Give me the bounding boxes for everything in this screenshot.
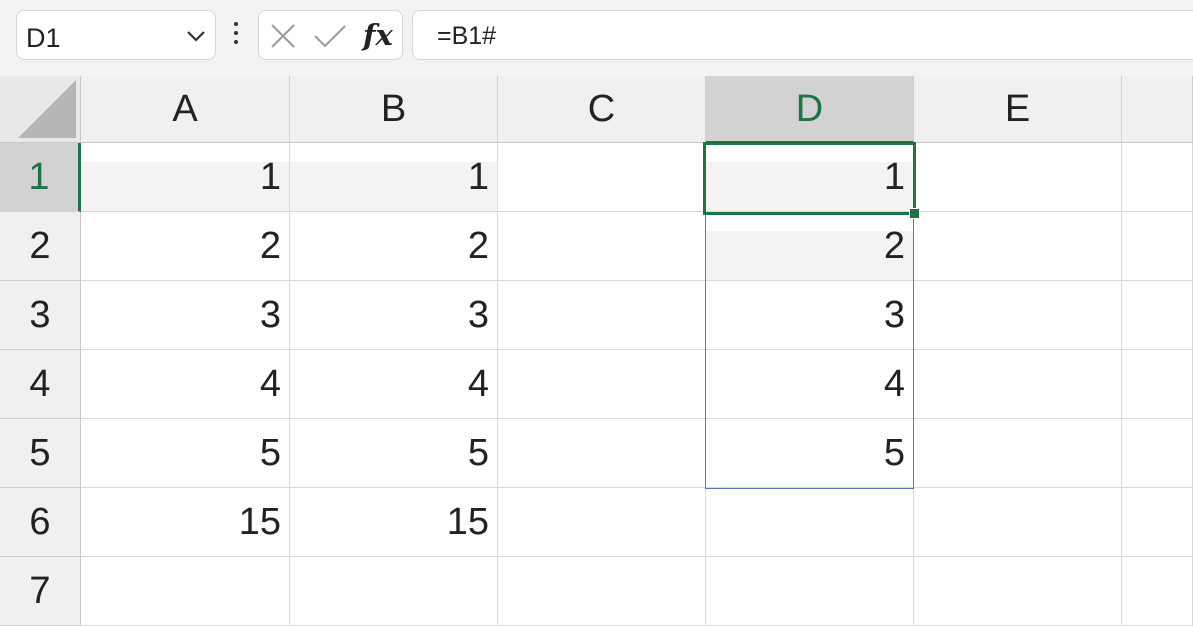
cell-c1[interactable]: [498, 143, 706, 212]
column-header-e[interactable]: E: [914, 76, 1122, 143]
insert-function-button[interactable]: fx: [363, 17, 393, 53]
cell-d2[interactable]: 2: [706, 212, 914, 281]
cell-a3[interactable]: 3: [81, 281, 290, 350]
column-header-b[interactable]: B: [290, 76, 498, 143]
formula-bar-area: D1 fx =B1#: [0, 0, 1193, 76]
x-icon[interactable]: [269, 23, 297, 49]
cell-b2[interactable]: 2: [290, 212, 498, 281]
cell-f7[interactable]: [1122, 557, 1193, 626]
column-header-f[interactable]: [1122, 76, 1193, 143]
check-icon[interactable]: [313, 23, 347, 49]
cell-a4[interactable]: 4: [81, 350, 290, 419]
cell-d7[interactable]: [706, 557, 914, 626]
row-header-3[interactable]: 3: [0, 281, 81, 350]
cell-b4[interactable]: 4: [290, 350, 498, 419]
row-header-2[interactable]: 2: [0, 212, 81, 281]
cell-b5[interactable]: 5: [290, 419, 498, 488]
cell-d5[interactable]: 5: [706, 419, 914, 488]
cell-e6[interactable]: [914, 488, 1122, 557]
row-header-7[interactable]: 7: [0, 557, 81, 626]
row-header-5[interactable]: 5: [0, 419, 81, 488]
cell-e4[interactable]: [914, 350, 1122, 419]
cell-a6[interactable]: 15: [81, 488, 290, 557]
cell-b7[interactable]: [290, 557, 498, 626]
cell-c6[interactable]: [498, 488, 706, 557]
cell-e2[interactable]: [914, 212, 1122, 281]
cell-e3[interactable]: [914, 281, 1122, 350]
cell-f5[interactable]: [1122, 419, 1193, 488]
cell-d3[interactable]: 3: [706, 281, 914, 350]
cell-a7[interactable]: [81, 557, 290, 626]
cell-c2[interactable]: [498, 212, 706, 281]
name-box-value: D1: [26, 23, 61, 53]
row-header-1[interactable]: 1: [0, 143, 81, 212]
name-box[interactable]: D1: [16, 10, 216, 60]
cell-b3[interactable]: 3: [290, 281, 498, 350]
cell-c5[interactable]: [498, 419, 706, 488]
cell-c3[interactable]: [498, 281, 706, 350]
chevron-down-icon[interactable]: [185, 25, 207, 47]
cell-f6[interactable]: [1122, 488, 1193, 557]
formula-text: =B1#: [437, 22, 497, 50]
cell-d1[interactable]: 1: [706, 143, 914, 212]
column-header-a[interactable]: A: [81, 76, 290, 143]
cell-e1[interactable]: [914, 143, 1122, 212]
formula-buttons: fx: [258, 10, 403, 60]
cell-c7[interactable]: [498, 557, 706, 626]
cell-d4[interactable]: 4: [706, 350, 914, 419]
cell-a1[interactable]: 1: [81, 143, 290, 212]
select-all-triangle: [18, 80, 76, 138]
row-header-4[interactable]: 4: [0, 350, 81, 419]
cell-e7[interactable]: [914, 557, 1122, 626]
cell-d6[interactable]: [706, 488, 914, 557]
more-options-icon[interactable]: [232, 22, 240, 50]
cell-e5[interactable]: [914, 419, 1122, 488]
formula-input[interactable]: =B1#: [412, 10, 1193, 60]
cell-f1[interactable]: [1122, 143, 1193, 212]
cell-a5[interactable]: 5: [81, 419, 290, 488]
row-header-6[interactable]: 6: [0, 488, 81, 557]
cell-b1[interactable]: 1: [290, 143, 498, 212]
cell-f2[interactable]: [1122, 212, 1193, 281]
select-all-button[interactable]: [0, 76, 81, 143]
cell-f4[interactable]: [1122, 350, 1193, 419]
column-header-c[interactable]: C: [498, 76, 706, 143]
cell-a2[interactable]: 2: [81, 212, 290, 281]
cell-b6[interactable]: 15: [290, 488, 498, 557]
cell-c4[interactable]: [498, 350, 706, 419]
fill-handle[interactable]: [909, 208, 920, 219]
cell-f3[interactable]: [1122, 281, 1193, 350]
column-header-d[interactable]: D: [706, 76, 914, 143]
